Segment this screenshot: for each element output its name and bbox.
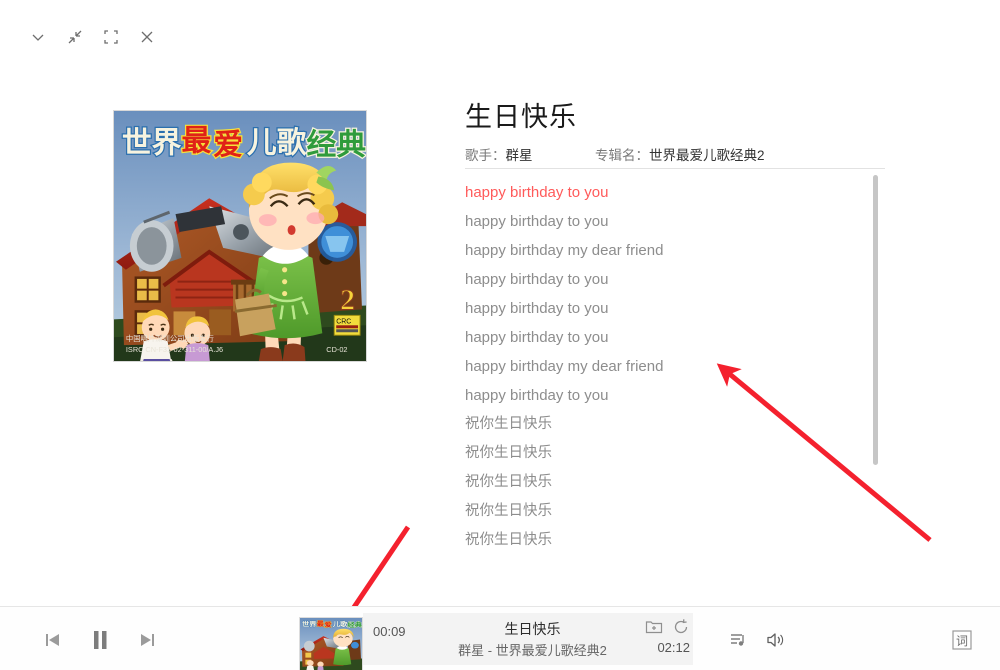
speaker-icon bbox=[767, 633, 784, 647]
loop-icon bbox=[674, 619, 688, 634]
lyrics-toggle-button[interactable]: 词 bbox=[950, 629, 974, 651]
volume-button[interactable] bbox=[763, 629, 787, 651]
now-playing-title: 生日快乐 bbox=[504, 621, 561, 637]
svg-text:最: 最 bbox=[181, 125, 211, 158]
lyric-line: 祝你生日快乐 bbox=[465, 416, 552, 432]
add-folder-icon bbox=[645, 621, 663, 634]
fullscreen-button[interactable] bbox=[96, 22, 126, 52]
artist-block: 歌手：群星 bbox=[465, 144, 595, 164]
svg-text:经典: 经典 bbox=[306, 128, 366, 162]
svg-text:爱: 爱 bbox=[213, 129, 243, 162]
artist-label: 歌手： bbox=[465, 148, 506, 163]
svg-text:ISRC CN-F31-02-311-00/A.J6: ISRC CN-F31-02-311-00/A.J6 bbox=[126, 345, 223, 354]
lyric-line: 祝你生日快乐 bbox=[465, 503, 552, 519]
lyric-line: 祝你生日快乐 bbox=[465, 474, 552, 490]
fullscreen-icon bbox=[104, 30, 118, 44]
player-bar: 世界 最 爱 儿歌 经典 00:09 生日快乐 群星 - 世界最爱儿歌经典2 0… bbox=[0, 606, 1000, 670]
music-player-window: 2 CRC 中国唱片深圳公司出版发行 ISRC CN-F31-02-311-00… bbox=[0, 0, 1000, 670]
chevron-down-icon bbox=[32, 34, 44, 41]
svg-text:CRC: CRC bbox=[336, 318, 351, 325]
close-button[interactable] bbox=[132, 22, 162, 52]
svg-text:CD-02: CD-02 bbox=[326, 345, 347, 354]
song-meta: 歌手：群星 专辑名：世界最爱儿歌经典2 bbox=[465, 144, 890, 164]
artist-value[interactable]: 群星 bbox=[506, 148, 533, 163]
lyric-line: 祝你生日快乐 bbox=[465, 532, 552, 548]
song-info: 生日快乐 歌手：群星 专辑名：世界最爱儿歌经典2 bbox=[465, 100, 890, 164]
shrink-button[interactable] bbox=[60, 22, 90, 52]
lyric-line: happy birthday to you bbox=[465, 329, 609, 346]
album-cover[interactable]: 2 CRC 中国唱片深圳公司出版发行 ISRC CN-F31-02-311-00… bbox=[113, 110, 367, 362]
album-block: 专辑名：世界最爱儿歌经典2 bbox=[595, 144, 765, 164]
svg-text:中国唱片深圳公司出版发行: 中国唱片深圳公司出版发行 bbox=[126, 334, 214, 343]
now-playing-subtitle: 群星 - 世界最爱儿歌经典2 bbox=[458, 643, 607, 658]
add-to-playlist-button[interactable] bbox=[645, 618, 663, 636]
play-pause-button[interactable] bbox=[85, 625, 115, 655]
next-icon bbox=[141, 634, 154, 646]
svg-text:儿歌: 儿歌 bbox=[247, 127, 307, 160]
page-title: 生日快乐 bbox=[465, 102, 577, 132]
lyrics-icon: 词 bbox=[952, 630, 972, 650]
lyric-line: 祝你生日快乐 bbox=[465, 445, 552, 461]
lyric-line: happy birthday my dear friend bbox=[465, 358, 664, 375]
lyric-line: happy birthday my dear friend bbox=[465, 242, 664, 259]
lyrics-icon-label: 词 bbox=[956, 634, 968, 648]
playlist-queue-button[interactable] bbox=[727, 629, 751, 651]
now-playing-thumbnail[interactable]: 世界 最 爱 儿歌 经典 bbox=[299, 617, 363, 670]
album-value[interactable]: 世界最爱儿歌经典2 bbox=[649, 148, 765, 163]
lyric-line: happy birthday to you bbox=[465, 184, 609, 201]
lyric-line: happy birthday to you bbox=[465, 300, 609, 317]
next-track-button[interactable] bbox=[132, 625, 162, 655]
lyric-line: happy birthday to you bbox=[465, 271, 609, 288]
svg-text:世界: 世界 bbox=[122, 127, 182, 160]
lyric-line: happy birthday to you bbox=[465, 213, 609, 230]
info-divider bbox=[465, 168, 885, 169]
lyrics-panel[interactable]: happy birthday to you happy birthday to y… bbox=[465, 178, 865, 558]
now-playing-thumbnail-art: 世界 最 爱 儿歌 经典 bbox=[300, 618, 362, 670]
current-time: 00:09 bbox=[373, 624, 406, 639]
album-cover-art: 2 CRC 中国唱片深圳公司出版发行 ISRC CN-F31-02-311-00… bbox=[114, 111, 366, 361]
previous-icon bbox=[46, 634, 59, 646]
playlist-icon bbox=[731, 634, 744, 646]
lyric-line: happy birthday to you bbox=[465, 387, 609, 404]
collapse-button[interactable] bbox=[23, 22, 53, 52]
shrink-arrows-icon bbox=[68, 30, 82, 44]
pause-icon bbox=[94, 631, 107, 649]
repeat-mode-button[interactable] bbox=[672, 618, 690, 636]
close-icon bbox=[141, 31, 153, 43]
lyrics-scrollbar[interactable] bbox=[873, 175, 878, 465]
total-time: 02:12 bbox=[657, 640, 690, 655]
title-bar bbox=[0, 0, 1000, 72]
previous-track-button[interactable] bbox=[38, 625, 68, 655]
svg-text:2: 2 bbox=[340, 283, 355, 316]
album-label: 专辑名： bbox=[595, 148, 649, 163]
